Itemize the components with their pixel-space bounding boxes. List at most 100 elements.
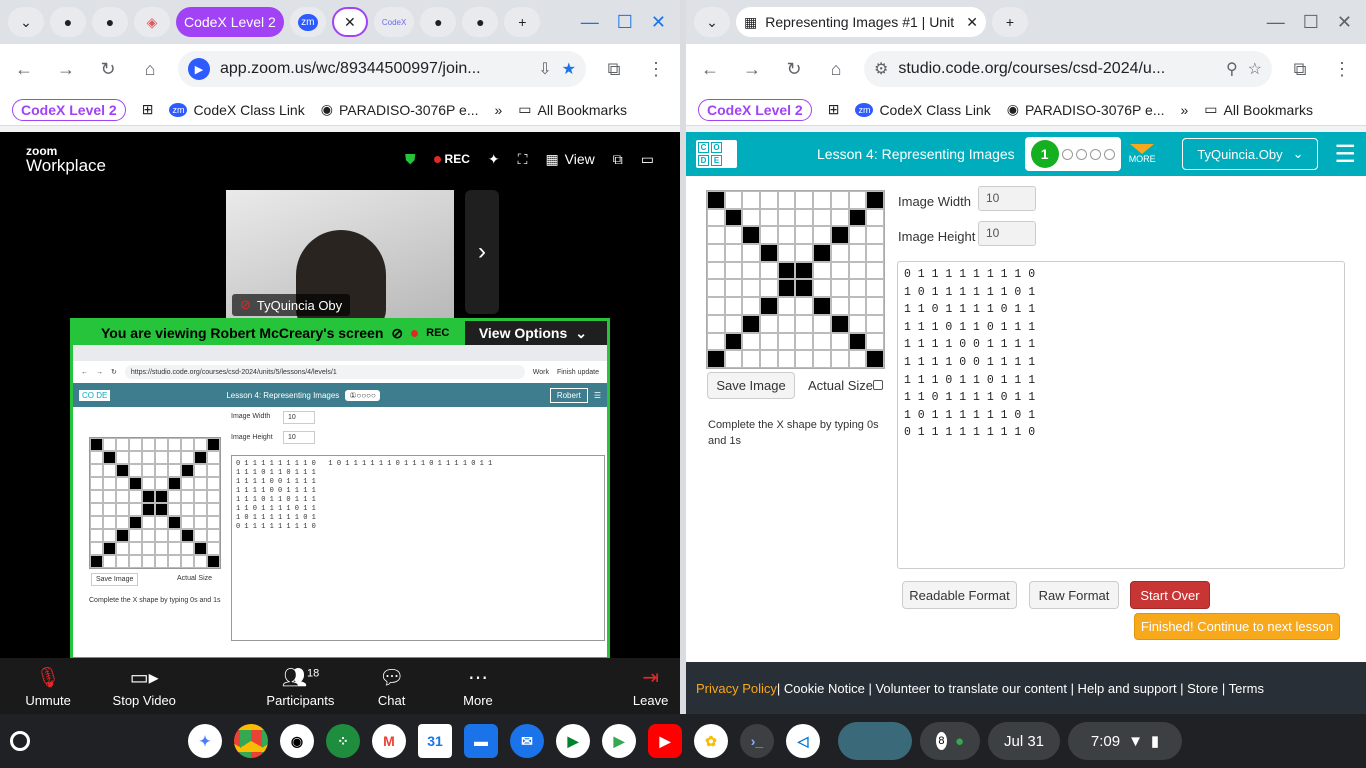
minimize-icon[interactable]: — <box>581 12 599 33</box>
home-icon[interactable]: ⌂ <box>136 59 164 80</box>
terminal-icon[interactable]: ›_ <box>740 724 774 758</box>
bookmarks-overflow[interactable]: » <box>495 102 503 118</box>
pip-icon[interactable]: ⧉ <box>613 151 623 168</box>
close-icon[interactable]: ✕ <box>344 14 356 31</box>
star-icon[interactable]: ☆ <box>1248 59 1262 79</box>
chat-button[interactable]: 💬︎ Chat <box>348 665 434 708</box>
privacy-policy-link[interactable]: Privacy Policy <box>696 681 777 696</box>
tab-github-3[interactable]: ● <box>420 7 457 37</box>
shield-icon[interactable]: ⛊ <box>405 151 416 168</box>
readable-format-button[interactable]: Readable Format <box>902 581 1017 609</box>
image-width-input[interactable]: 10 <box>978 186 1036 211</box>
leave-button[interactable]: ⇥ Leave <box>621 665 680 708</box>
level-bubble[interactable] <box>1075 148 1087 160</box>
hamburger-menu-icon[interactable]: ☰ <box>1334 140 1356 169</box>
holding-space[interactable] <box>838 722 912 760</box>
install-icon[interactable]: ⇩ <box>538 59 551 79</box>
menu-icon[interactable]: ⋮ <box>1328 59 1356 80</box>
close-window-icon[interactable]: ✕ <box>1337 12 1352 33</box>
gemini-icon[interactable]: ✦ <box>188 724 222 758</box>
all-bookmarks[interactable]: ▭ All Bookmarks <box>1204 101 1313 118</box>
back-icon[interactable]: ← <box>696 59 724 80</box>
reload-icon[interactable]: ↻ <box>94 59 122 80</box>
reload-icon[interactable]: ↻ <box>780 59 808 80</box>
bookmark-group-codex[interactable]: CodeX Level 2 <box>12 98 126 121</box>
maximize-icon[interactable]: ☐ <box>617 12 633 33</box>
messages-icon[interactable]: ✉ <box>510 724 544 758</box>
tab-active[interactable]: ▦ Representing Images #1 | Unit 5 ✕ <box>736 7 986 37</box>
participants-button[interactable]: 👥︎18 Participants <box>252 665 348 708</box>
tab-stack[interactable]: ◈ <box>134 7 170 37</box>
podcast-icon[interactable]: ◉ <box>280 724 314 758</box>
address-bar[interactable]: ▶ app.zoom.us/wc/89344500997/join... ⇩ ★ <box>178 51 586 87</box>
notifications-pill[interactable]: 8 ● <box>920 722 980 760</box>
tab-search-dropdown[interactable]: ⌄ <box>694 7 730 37</box>
level-bubble[interactable] <box>1089 148 1101 160</box>
tab-github-2[interactable]: ● <box>92 7 128 37</box>
bookmark-paradiso[interactable]: ◉ PARADISO-3076P e... <box>321 101 479 118</box>
recording-indicator[interactable]: REC <box>433 152 470 166</box>
fullscreen-icon[interactable]: ⛶ <box>518 151 528 168</box>
gmail-icon[interactable]: M <box>372 724 406 758</box>
user-dropdown[interactable]: TyQuincia.Oby ⌄ <box>1182 138 1319 170</box>
shared-screen[interactable]: You are viewing Robert McCreary's screen… <box>70 318 610 660</box>
photos-icon[interactable]: ✿ <box>694 724 728 758</box>
actual-size-checkbox[interactable] <box>873 380 883 390</box>
site-settings-icon[interactable]: ⚙ <box>874 59 888 79</box>
unmute-button[interactable]: 🎙︎ Unmute <box>0 665 96 708</box>
meet-icon[interactable]: ▶ <box>556 724 590 758</box>
tab-github[interactable]: ● <box>50 7 86 37</box>
close-window-icon[interactable]: ✕ <box>651 12 666 33</box>
level-current[interactable]: 1 <box>1030 140 1059 168</box>
bookmark-paradiso[interactable]: ◉ PARADISO-3076P e... <box>1007 101 1165 118</box>
code-logo[interactable]: C O D E <box>696 140 737 168</box>
tab-github-4[interactable]: ● <box>462 7 499 37</box>
save-image-button[interactable]: Save Image <box>707 372 795 399</box>
level-bubble[interactable] <box>1103 148 1115 160</box>
bookmark-group-codex[interactable]: CodeX Level 2 <box>698 98 812 121</box>
minimize-icon[interactable]: — <box>1267 12 1285 33</box>
all-bookmarks[interactable]: ▭ All Bookmarks <box>518 101 627 118</box>
maximize-icon[interactable]: ☐ <box>1303 12 1319 33</box>
apps-hub-icon[interactable]: ⁘ <box>326 724 360 758</box>
image-height-input[interactable]: 10 <box>978 221 1036 246</box>
tab-active[interactable]: ✕ <box>331 7 368 37</box>
chrome-icon[interactable] <box>234 724 268 758</box>
lesson-title[interactable]: Lesson 4: Representing Images <box>817 146 1015 162</box>
stop-video-button[interactable]: ▭▸ Stop Video <box>96 665 192 708</box>
bookmark-codex-class-link[interactable]: zm CodeX Class Link <box>169 102 305 118</box>
tab-group-codex[interactable]: CodeX Level 2 <box>176 7 284 37</box>
vscode-icon[interactable]: ◁ <box>786 724 820 758</box>
finished-continue-button[interactable]: Finished! Continue to next lesson <box>1134 613 1340 640</box>
launcher-icon[interactable] <box>10 731 30 751</box>
tab-zoom[interactable]: zm <box>289 7 326 37</box>
view-options-button[interactable]: View Options ⌄ <box>464 321 607 345</box>
play-store-icon[interactable]: ▶ <box>602 724 636 758</box>
star-icon[interactable]: ★ <box>562 59 576 79</box>
back-icon[interactable]: ← <box>10 59 38 80</box>
extensions-icon[interactable]: ⧉ <box>1286 59 1314 80</box>
raw-format-button[interactable]: Raw Format <box>1029 581 1119 609</box>
extensions-icon[interactable]: ⧉ <box>600 59 628 80</box>
status-area[interactable]: 7:09 ▼ ▮ <box>1068 722 1183 760</box>
new-tab-button[interactable]: + <box>992 7 1028 37</box>
more-levels-button[interactable]: MORE <box>1129 144 1156 164</box>
calendar-icon[interactable]: 31 <box>418 724 452 758</box>
sidebar-icon[interactable]: ▭ <box>641 151 654 168</box>
more-button[interactable]: ⋯ More <box>435 665 521 708</box>
close-icon[interactable]: ✕ <box>966 14 978 31</box>
footer-links[interactable]: | Cookie Notice | Volunteer to translate… <box>777 681 1264 696</box>
menu-icon[interactable]: ⋮ <box>642 59 670 80</box>
forward-icon[interactable]: → <box>738 59 766 80</box>
next-page-button[interactable]: › <box>465 190 499 314</box>
youtube-icon[interactable]: ▶ <box>648 724 682 758</box>
apps-icon[interactable]: ⊞ <box>142 101 154 118</box>
new-tab-button[interactable]: + <box>504 7 541 37</box>
bookmarks-overflow[interactable]: » <box>1181 102 1189 118</box>
date-pill[interactable]: Jul 31 <box>988 722 1061 760</box>
binary-textarea[interactable]: 0 1 1 1 1 1 1 1 1 0 1 0 1 1 1 1 1 1 0 1 … <box>897 261 1345 569</box>
apps-icon[interactable]: ⊞ <box>828 101 840 118</box>
participant-video[interactable]: ⊘ TyQuincia Oby <box>226 190 454 320</box>
level-bubble[interactable] <box>1061 148 1073 160</box>
tab-search-dropdown[interactable]: ⌄ <box>8 7 44 37</box>
